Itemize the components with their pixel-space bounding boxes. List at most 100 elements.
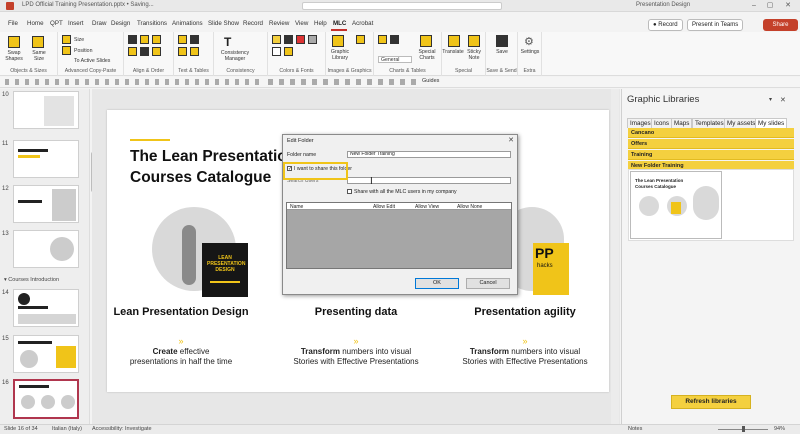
color-red-icon[interactable] [296, 35, 305, 44]
cancel-button[interactable]: Cancel [466, 278, 510, 289]
maximize-button[interactable]: ▢ [764, 1, 776, 10]
refresh-libraries-button[interactable]: Refresh libraries [671, 395, 751, 409]
same-size-icon[interactable] [32, 36, 44, 48]
palette-icon[interactable] [284, 47, 293, 56]
quick-tools-icons[interactable] [5, 79, 265, 85]
special-charts-icon[interactable] [420, 35, 432, 47]
library-folder-training[interactable]: Training [628, 150, 794, 160]
tab-templates[interactable]: Templates [692, 118, 727, 128]
gear-icon[interactable]: ⚙ [524, 35, 534, 48]
folder-name-input[interactable]: New Folder Training [347, 151, 511, 158]
align-center-icon[interactable] [140, 35, 149, 44]
position-icon[interactable] [62, 46, 71, 55]
menu-home[interactable]: Home [27, 20, 44, 27]
distribute-icon[interactable] [128, 47, 137, 56]
grid-header-name[interactable]: Name [290, 204, 303, 210]
menu-view[interactable]: View [295, 20, 308, 27]
dialog-close-button[interactable]: ✕ [508, 136, 514, 144]
menu-acrobat[interactable]: Acrobat [352, 20, 373, 27]
slide-title-line1[interactable]: The Lean Presentation [130, 148, 296, 166]
number-format-select[interactable]: General [378, 56, 412, 63]
share-button[interactable]: Share [763, 19, 798, 31]
grid-header-allow-none[interactable]: Allow None [457, 204, 482, 210]
order-icon[interactable] [140, 47, 149, 56]
to-active-slides-label[interactable]: To Active Slides [74, 58, 110, 64]
grid-header-allow-edit[interactable]: Allow Edit [373, 204, 395, 210]
menu-transitions[interactable]: Transitions [137, 20, 167, 27]
course-desc-1b[interactable]: presentations in half the time [106, 357, 256, 367]
menu-review[interactable]: Review [269, 20, 289, 27]
align-left-icon[interactable] [128, 35, 137, 44]
menu-mlc[interactable]: MLC [333, 20, 346, 27]
record-button[interactable]: ● Record [648, 19, 683, 31]
guides-toggle[interactable]: Guides [422, 78, 439, 84]
pane-close-button[interactable]: ✕ [780, 96, 786, 104]
slide-thumbnail-14[interactable] [13, 289, 79, 327]
margin-icon[interactable] [190, 47, 199, 56]
library-folder-offers[interactable]: Offers [628, 139, 794, 149]
slide-title-line2[interactable]: Courses Catalogue [130, 169, 271, 187]
pane-options-icon[interactable]: ▾ [769, 96, 772, 103]
slide-thumbnail-11[interactable] [13, 140, 79, 178]
slide-thumbnail-13[interactable] [13, 230, 79, 268]
tab-icons[interactable]: Icons [651, 118, 673, 128]
course-desc-3b[interactable]: Stories with Effective Presentations [450, 357, 600, 367]
slide-thumbnail-12[interactable] [13, 185, 79, 223]
search-input[interactable] [302, 2, 502, 10]
user-permissions-grid[interactable] [286, 202, 512, 269]
font-icon[interactable] [272, 47, 281, 56]
book-cover[interactable]: LEAN PRESENTATION DESIGN [202, 243, 248, 297]
slide-thumbnail-10[interactable] [13, 91, 79, 129]
consistency-manager-icon[interactable]: T [224, 35, 231, 49]
tab-maps[interactable]: Maps [671, 118, 693, 128]
accessibility-status[interactable]: Accessibility: Investigate [92, 426, 152, 432]
position-label[interactable]: Position [74, 48, 92, 54]
bar-chart-icon[interactable] [390, 35, 399, 44]
menu-slide-show[interactable]: Slide Show [208, 20, 239, 27]
pp-hacks-book[interactable]: PP hacks [533, 243, 569, 295]
menu-file[interactable]: File [8, 20, 18, 27]
course-desc-2b[interactable]: Stories with Effective Presentations [281, 357, 431, 367]
menu-design[interactable]: Design [111, 20, 130, 27]
translate-icon[interactable] [448, 35, 460, 47]
close-window-button[interactable]: ✕ [782, 1, 794, 10]
table-icon[interactable] [190, 35, 199, 44]
tab-images[interactable]: Images [627, 118, 654, 128]
share-all-users-checkbox[interactable] [347, 189, 352, 194]
grid-header-allow-view[interactable]: Allow View [415, 204, 439, 210]
tab-my-assets[interactable]: My assets [724, 118, 759, 128]
size-icon[interactable] [62, 35, 71, 44]
minimize-button[interactable]: – [748, 1, 760, 10]
course-title-1[interactable]: Lean Presentation Design [106, 306, 256, 319]
slide-scrollbar[interactable] [611, 89, 619, 424]
chart-icon[interactable] [378, 35, 387, 44]
sticky-note-icon[interactable] [468, 35, 480, 47]
ok-button[interactable]: OK [415, 278, 459, 289]
slide-thumbnail-16[interactable] [13, 379, 79, 419]
color-grey-icon[interactable] [308, 35, 317, 44]
color-yellow-icon[interactable] [272, 35, 281, 44]
present-in-teams-button[interactable]: Present in Teams [687, 19, 744, 31]
swap-shapes-icon[interactable] [8, 36, 20, 48]
notes-button[interactable]: Notes [628, 426, 642, 432]
library-slide-thumbnail[interactable]: The Lean Presentation Courses Catalogue [630, 171, 722, 239]
course-title-3[interactable]: Presentation agility [450, 306, 600, 319]
course-desc-1a[interactable]: Create effective [106, 347, 256, 357]
menu-help[interactable]: Help [314, 20, 327, 27]
library-folder-cancano[interactable]: Cancano [628, 128, 794, 138]
tab-my-slides[interactable]: My slides [755, 118, 788, 128]
menu-insert[interactable]: Insert [68, 20, 83, 27]
text-icon[interactable] [178, 35, 187, 44]
slide-thumbnail-15[interactable] [13, 335, 79, 373]
course-title-2[interactable]: Presenting data [281, 306, 431, 319]
image-icon[interactable] [356, 35, 365, 44]
menu-qpt[interactable]: QPT [50, 20, 63, 27]
size-label[interactable]: Size [74, 37, 84, 43]
menu-draw[interactable]: Draw [92, 20, 106, 27]
section-courses-introduction[interactable]: ▾ Courses Introduction [4, 277, 59, 283]
menu-animations[interactable]: Animations [172, 20, 203, 27]
color-black-icon[interactable] [284, 35, 293, 44]
course-desc-3a[interactable]: Transform numbers into visual [450, 347, 600, 357]
group-icon[interactable] [152, 47, 161, 56]
language-indicator[interactable]: Italian (Italy) [52, 426, 82, 432]
